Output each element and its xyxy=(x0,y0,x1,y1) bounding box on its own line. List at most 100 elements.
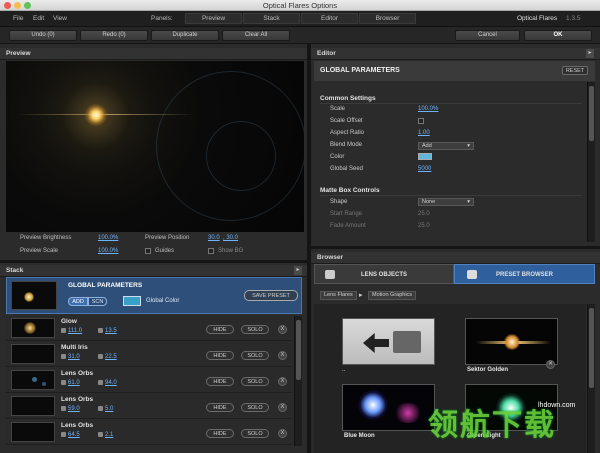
preview-header: Preview xyxy=(0,48,307,60)
tab-lens-objects[interactable]: LENS OBJECTS xyxy=(314,264,454,284)
stack-scrollbar-thumb[interactable] xyxy=(296,320,301,380)
preview-viewport[interactable] xyxy=(6,61,304,232)
row-brightness[interactable]: 111.0 xyxy=(61,328,82,334)
preset-parent-folder[interactable] xyxy=(342,318,435,365)
add-toggle[interactable]: ADD xyxy=(68,297,88,306)
flare-ring xyxy=(206,121,276,191)
preview-position-y[interactable]: , 30.0 xyxy=(223,235,238,241)
panel-tab-editor[interactable]: Editor xyxy=(301,13,358,24)
stack-scrollbar[interactable] xyxy=(294,316,302,446)
preview-brightness-value[interactable]: 100.0% xyxy=(98,235,118,241)
breadcrumb-lens-flares[interactable]: Lens Flares xyxy=(320,291,357,300)
row-scale[interactable]: 2.1 xyxy=(98,432,113,438)
row-scale[interactable]: 94.0 xyxy=(98,380,117,386)
preview-stack-divider[interactable] xyxy=(0,260,307,263)
stack-row[interactable]: Glow 111.0 13.5 HIDE SOLO X xyxy=(6,316,292,341)
menu-edit[interactable]: Edit xyxy=(33,15,44,22)
row-brightness[interactable]: 64.5 xyxy=(61,432,80,438)
blend-mode-dropdown[interactable]: Add ▾ xyxy=(418,142,474,150)
editor-scrollbar-thumb[interactable] xyxy=(589,86,594,141)
duplicate-button[interactable]: Duplicate xyxy=(151,30,219,41)
menu-bar: File Edit View Panels: Preview Stack Edi… xyxy=(0,11,600,27)
row-brightness[interactable]: 61.0 xyxy=(61,380,80,386)
stack-row[interactable]: Lens Orbs 61.0 94.0 HIDE SOLO X xyxy=(6,368,292,393)
hide-button[interactable]: HIDE xyxy=(206,429,234,438)
shape-dropdown[interactable]: None ▾ xyxy=(418,198,474,206)
remove-button[interactable]: X xyxy=(278,325,287,334)
breadcrumb-arrow-icon: ▸ xyxy=(359,292,363,299)
panel-tab-stack[interactable]: Stack xyxy=(243,13,300,24)
row-thumbnail xyxy=(11,318,55,338)
preset-label: Blue Moon xyxy=(344,433,375,439)
remove-preset-button[interactable]: ✕ xyxy=(546,360,555,369)
hide-button[interactable]: HIDE xyxy=(206,403,234,412)
global-parameters-card[interactable]: GLOBAL PARAMETERS ADD SCN Global Color S… xyxy=(6,277,302,314)
remove-button[interactable]: X xyxy=(278,429,287,438)
scale-value[interactable]: 100.0% xyxy=(418,106,438,112)
scale-offset-checkbox[interactable] xyxy=(418,118,424,124)
global-seed-value[interactable]: 5000 xyxy=(418,166,431,172)
stack-row[interactable]: Lens Orbs 64.5 2.1 HIDE SOLO X xyxy=(6,420,292,445)
preview-scale-value[interactable]: 100.0% xyxy=(98,248,118,254)
solo-button[interactable]: SOLO xyxy=(241,429,269,438)
menu-file[interactable]: File xyxy=(13,15,23,22)
remove-button[interactable]: X xyxy=(278,403,287,412)
common-settings-heading: Common Settings xyxy=(320,95,376,102)
panel-tab-preview[interactable]: Preview xyxy=(185,13,242,24)
brightness-icon xyxy=(61,380,66,385)
panel-tab-browser[interactable]: Browser xyxy=(359,13,416,24)
solo-button[interactable]: SOLO xyxy=(241,325,269,334)
solo-button[interactable]: SOLO xyxy=(241,377,269,386)
row-name: Multi Iris xyxy=(61,344,88,351)
browser-scrollbar-thumb[interactable] xyxy=(589,308,594,388)
tab-preset-browser[interactable]: PRESET BROWSER xyxy=(454,264,595,284)
solo-button[interactable]: SOLO xyxy=(241,351,269,360)
editor-scrollbar[interactable] xyxy=(587,82,595,242)
scn-toggle[interactable]: SCN xyxy=(88,297,107,306)
orb-graphic xyxy=(393,403,423,423)
row-brightness[interactable]: 31.0 xyxy=(61,354,80,360)
hide-button[interactable]: HIDE xyxy=(206,351,234,360)
global-color-swatch[interactable] xyxy=(123,296,141,306)
remove-button[interactable]: X xyxy=(278,377,287,386)
chevron-down-icon: ▾ xyxy=(467,199,470,205)
redo-button[interactable]: Redo (0) xyxy=(80,30,148,41)
clear-all-button[interactable]: Clear All xyxy=(222,30,290,41)
hide-button[interactable]: HIDE xyxy=(206,325,234,334)
browser-scrollbar[interactable] xyxy=(587,304,595,453)
remove-button[interactable]: X xyxy=(278,351,287,360)
menu-view[interactable]: View xyxy=(53,15,67,22)
tab-lens-objects-label: LENS OBJECTS xyxy=(360,272,407,278)
row-scale[interactable]: 13.5 xyxy=(98,328,117,334)
color-swatch[interactable] xyxy=(418,153,432,160)
watermark-site: lhdown.com xyxy=(538,402,576,409)
stack-menu-arrow-icon[interactable]: ▸ xyxy=(294,266,302,275)
preset-blue-moon[interactable] xyxy=(342,384,435,431)
scale-icon xyxy=(98,406,103,411)
guides-checkbox[interactable] xyxy=(145,248,151,254)
row-scale[interactable]: 22.5 xyxy=(98,354,117,360)
show-bg-checkbox[interactable] xyxy=(208,248,214,254)
hide-button[interactable]: HIDE xyxy=(206,377,234,386)
scale-icon xyxy=(98,380,103,385)
stack-row[interactable]: Lens Orbs 59.0 5.0 HIDE SOLO X xyxy=(6,394,292,419)
preview-position-x[interactable]: 30.0 xyxy=(208,235,220,241)
solo-button[interactable]: SOLO xyxy=(241,403,269,412)
editor-browser-divider[interactable] xyxy=(311,246,600,249)
save-preset-button[interactable]: SAVE PRESET xyxy=(244,290,298,301)
cancel-button[interactable]: Cancel xyxy=(455,30,520,41)
ok-button[interactable]: OK xyxy=(524,30,592,41)
aspect-ratio-value[interactable]: 1.00 xyxy=(418,130,430,136)
undo-button[interactable]: Undo (0) xyxy=(9,30,77,41)
row-scale[interactable]: 5.0 xyxy=(98,406,113,412)
global-color-label: Global Color xyxy=(146,298,180,304)
preview-position-label: Preview Position xyxy=(145,235,190,241)
editor-menu-arrow-icon[interactable]: ▸ xyxy=(586,49,594,58)
stack-header: Stack xyxy=(0,265,307,277)
preset-sektor-golden[interactable] xyxy=(465,318,558,365)
start-range-value: 25.0 xyxy=(418,211,430,217)
stack-row[interactable]: Multi Iris 31.0 22.5 HIDE SOLO X xyxy=(6,342,292,367)
reset-button[interactable]: RESET xyxy=(562,66,588,75)
breadcrumb-motion-graphics[interactable]: Motion Graphics xyxy=(368,291,417,300)
row-brightness[interactable]: 59.0 xyxy=(61,406,80,412)
